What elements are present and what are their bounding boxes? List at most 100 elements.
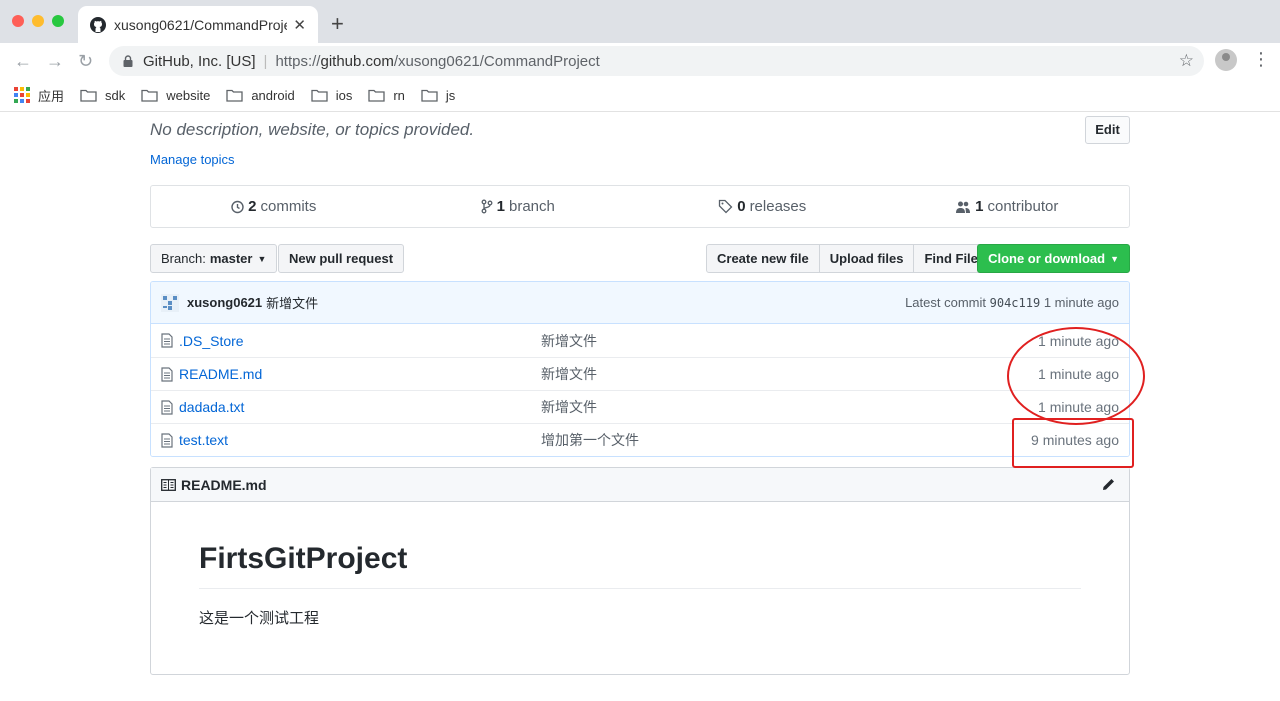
apps-grid-icon bbox=[14, 87, 30, 103]
bookmark-apps[interactable]: 应用 bbox=[14, 86, 64, 105]
bookmark-star-icon[interactable]: ☆ bbox=[1179, 51, 1194, 71]
bookmarks-bar: 应用 sdk website android ios rn js bbox=[0, 79, 1280, 112]
file-link[interactable]: test.text bbox=[179, 432, 228, 448]
bookmark-folder-js[interactable]: js bbox=[421, 88, 455, 103]
file-name-cell: dadada.txt bbox=[161, 399, 541, 415]
commit-author[interactable]: xusong0621 bbox=[187, 295, 262, 310]
manage-topics-link[interactable]: Manage topics bbox=[150, 152, 235, 167]
bookmark-label: js bbox=[445, 87, 456, 103]
back-arrow-icon[interactable]: ← bbox=[14, 49, 32, 73]
contributor-number: 1 bbox=[975, 198, 984, 215]
url-path: /xusong0621/CommandProject bbox=[393, 52, 600, 70]
repo-description: No description, website, or topics provi… bbox=[150, 120, 475, 139]
folder-icon bbox=[80, 89, 97, 102]
url-prefix: https:// bbox=[275, 52, 321, 70]
folder-icon bbox=[368, 89, 385, 102]
readme-content: FirtsGitProject 这是一个测试工程 bbox=[151, 502, 1129, 674]
bookmark-label: ios bbox=[335, 87, 353, 103]
file-icon bbox=[161, 432, 173, 448]
file-commit-message[interactable]: 新增文件 bbox=[541, 331, 1038, 351]
window-controls bbox=[12, 15, 64, 27]
readme-header: README.md bbox=[151, 468, 1129, 502]
bookmark-folder-ios[interactable]: ios bbox=[311, 87, 353, 103]
file-navigation: Branch: master ▼ New pull request Create… bbox=[150, 244, 1130, 273]
file-actions-group: Create new file Upload files Find File bbox=[706, 244, 989, 273]
file-commit-message[interactable]: 增加第一个文件 bbox=[541, 430, 1031, 450]
close-window-button[interactable] bbox=[12, 15, 24, 27]
file-icon bbox=[161, 366, 173, 382]
lock-icon bbox=[123, 55, 133, 67]
commits-count[interactable]: 2 commits bbox=[151, 186, 396, 227]
github-icon bbox=[90, 16, 106, 33]
commit-message[interactable]: 新增文件 bbox=[266, 293, 318, 312]
minimize-window-button[interactable] bbox=[32, 15, 44, 27]
commits-number: 2 bbox=[248, 198, 257, 215]
file-link[interactable]: README.md bbox=[179, 366, 262, 382]
file-row: README.md 新增文件 1 minute ago bbox=[151, 357, 1129, 390]
browser-tab[interactable]: xusong0621/CommandProject ✕ bbox=[78, 6, 318, 43]
branch-name: master bbox=[209, 251, 253, 266]
people-icon bbox=[956, 201, 971, 213]
clone-or-download-button[interactable]: Clone or download ▼ bbox=[977, 244, 1130, 273]
readme-box: README.md FirtsGitProject 这是一个测试工程 bbox=[150, 467, 1130, 675]
reload-icon[interactable]: ↻ bbox=[78, 49, 93, 73]
file-age: 1 minute ago bbox=[1038, 332, 1119, 349]
repo-numbers-summary: 2 commits 1 branch 0 releases 1 contribu… bbox=[150, 185, 1130, 228]
maximize-window-button[interactable] bbox=[52, 15, 64, 27]
contributor-count[interactable]: 1 contributor bbox=[885, 186, 1130, 227]
bookmark-folder-android[interactable]: android bbox=[226, 88, 295, 103]
commit-sha[interactable]: 904c119 bbox=[990, 296, 1041, 310]
clone-label: Clone or download bbox=[988, 251, 1106, 266]
file-name-cell: .DS_Store bbox=[161, 333, 541, 349]
file-age: 1 minute ago bbox=[1038, 366, 1119, 382]
forward-arrow-icon[interactable]: → bbox=[46, 49, 64, 73]
create-new-file-button[interactable]: Create new file bbox=[706, 244, 820, 273]
author-avatar[interactable] bbox=[161, 293, 179, 312]
close-tab-icon[interactable]: ✕ bbox=[293, 16, 306, 34]
profile-avatar[interactable] bbox=[1215, 49, 1237, 71]
file-age: 9 minutes ago bbox=[1031, 432, 1119, 448]
upload-files-button[interactable]: Upload files bbox=[818, 244, 915, 273]
bookmark-folder-website[interactable]: website bbox=[141, 88, 210, 103]
browser-menu-icon[interactable]: ⋮ bbox=[1252, 49, 1270, 70]
folder-icon bbox=[421, 89, 438, 102]
bookmark-folder-sdk[interactable]: sdk bbox=[80, 88, 125, 103]
latest-commit-bar: xusong0621 新增文件 Latest commit 904c119 1 … bbox=[151, 282, 1129, 324]
bookmark-label: sdk bbox=[105, 87, 126, 103]
readme-paragraph: 这是一个测试工程 bbox=[199, 610, 320, 627]
file-commit-message[interactable]: 新增文件 bbox=[541, 364, 1038, 384]
releases-count[interactable]: 0 releases bbox=[640, 186, 885, 227]
contributor-label: contributor bbox=[987, 198, 1059, 215]
readme-filename: README.md bbox=[181, 476, 267, 493]
file-row: .DS_Store 新增文件 1 minute ago bbox=[151, 324, 1129, 357]
file-age: 1 minute ago bbox=[1038, 399, 1119, 415]
pencil-icon[interactable] bbox=[1101, 477, 1116, 492]
file-name-cell: test.text bbox=[161, 432, 541, 448]
releases-number: 0 bbox=[737, 198, 746, 215]
bookmark-label: 应用 bbox=[38, 88, 65, 104]
branch-select-button[interactable]: Branch: master ▼ bbox=[150, 244, 278, 273]
new-tab-button[interactable]: + bbox=[331, 12, 344, 36]
branch-count[interactable]: 1 branch bbox=[396, 186, 641, 227]
site-identity: GitHub, Inc. [US] bbox=[143, 52, 256, 70]
branch-number: 1 bbox=[496, 198, 505, 215]
folder-icon bbox=[311, 89, 328, 102]
repo-description-row: No description, website, or topics provi… bbox=[150, 112, 1130, 185]
file-commit-message[interactable]: 新增文件 bbox=[541, 397, 1038, 417]
bookmark-label: website bbox=[166, 87, 211, 103]
browser-toolbar: ← → ↻ GitHub, Inc. [US] | https://github… bbox=[0, 43, 1280, 79]
folder-icon bbox=[226, 89, 243, 102]
branch-label: branch bbox=[508, 198, 555, 215]
file-link[interactable]: .DS_Store bbox=[179, 333, 244, 349]
edit-button[interactable]: Edit bbox=[1085, 116, 1130, 144]
file-name-cell: README.md bbox=[161, 366, 541, 382]
new-pull-request-button[interactable]: New pull request bbox=[278, 244, 405, 273]
address-bar[interactable]: GitHub, Inc. [US] | https://github.com/x… bbox=[109, 46, 1204, 76]
file-link[interactable]: dadada.txt bbox=[179, 399, 244, 415]
file-icon bbox=[161, 399, 173, 415]
caret-down-icon: ▼ bbox=[257, 253, 267, 264]
bookmark-label: rn bbox=[393, 87, 405, 103]
address-separator: | bbox=[263, 52, 268, 70]
repo-page: No description, website, or topics provi… bbox=[150, 112, 1130, 675]
bookmark-folder-rn[interactable]: rn bbox=[368, 88, 405, 103]
